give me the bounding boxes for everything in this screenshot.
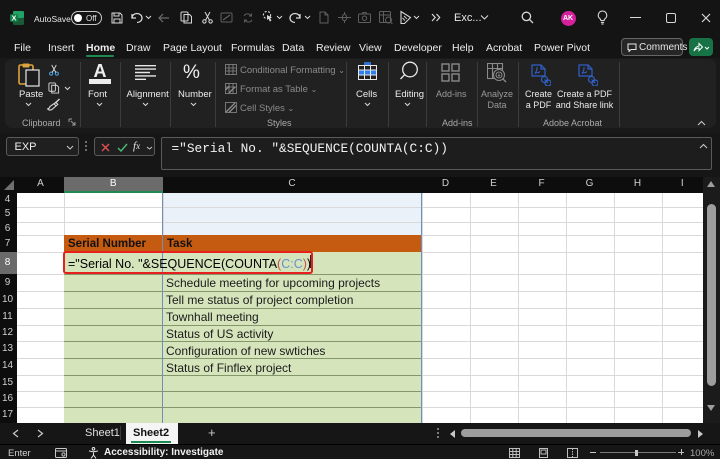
svg-text:X: X — [11, 14, 16, 23]
